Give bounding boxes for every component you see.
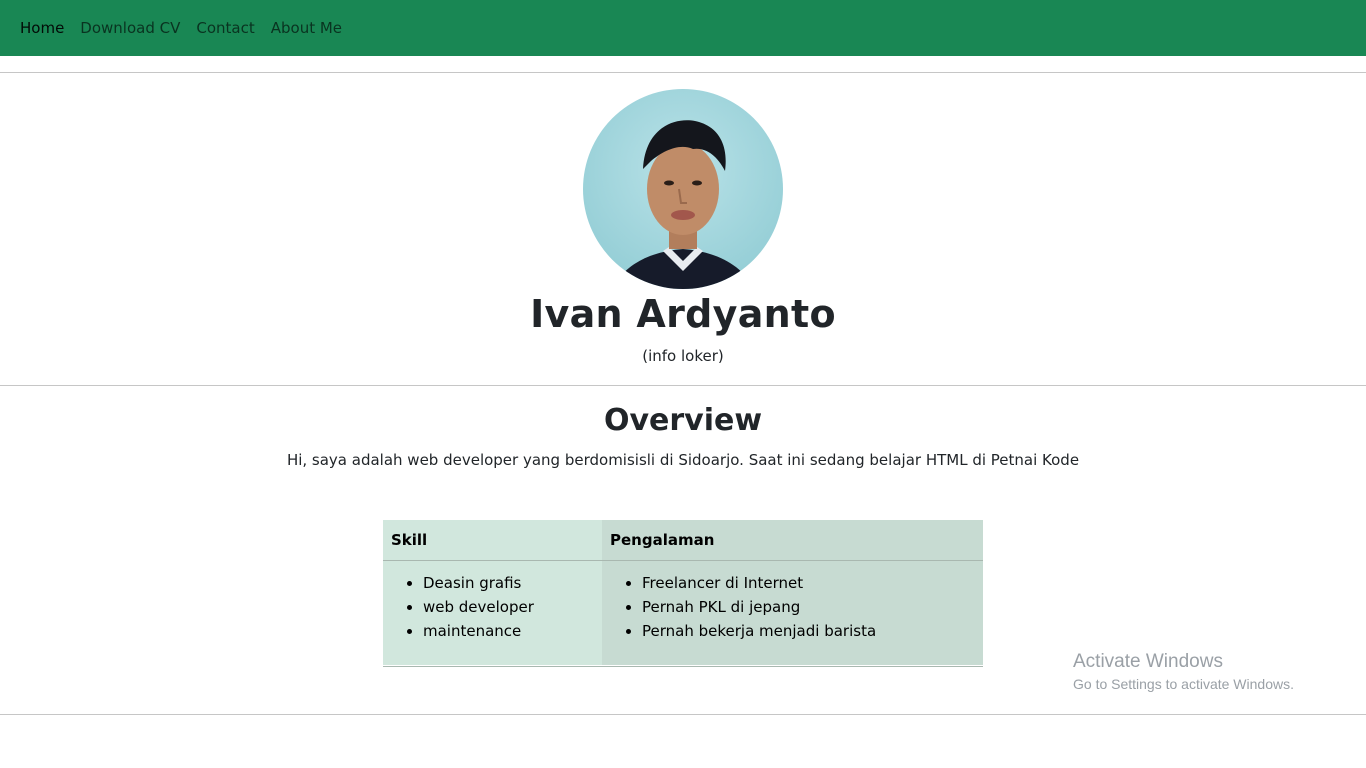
table-header-skill: Skill xyxy=(383,520,602,561)
skills-experience-table: Skill Pengalaman Deasin grafis web devel… xyxy=(383,520,983,667)
activate-windows-title: Activate Windows xyxy=(1073,651,1223,672)
divider-bottom xyxy=(0,714,1366,715)
table-header-experience: Pengalaman xyxy=(602,520,983,561)
skill-item: Deasin grafis xyxy=(423,571,602,595)
nav-contact-link[interactable]: Contact xyxy=(196,19,254,37)
activate-windows-subtitle: Go to Settings to activate Windows. xyxy=(1073,676,1294,692)
nav-download-cv-link[interactable]: Download CV xyxy=(80,19,180,37)
nav-about-me-link[interactable]: About Me xyxy=(271,19,342,37)
divider-top xyxy=(0,72,1366,73)
skill-item: web developer xyxy=(423,595,602,619)
experience-item: Freelancer di Internet xyxy=(642,571,983,595)
overview-heading: Overview xyxy=(603,403,763,438)
skill-cell: Deasin grafis web developer maintenance xyxy=(383,560,602,665)
profile-name: Ivan Ardyanto xyxy=(530,292,836,336)
profile-subtitle: (info loker) xyxy=(642,347,724,365)
divider-middle xyxy=(0,385,1366,386)
skill-item: maintenance xyxy=(423,619,602,643)
experience-cell: Freelancer di Internet Pernah PKL di jep… xyxy=(602,560,983,665)
navbar: Home Download CV Contact About Me xyxy=(0,0,1366,56)
nav-home-link[interactable]: Home xyxy=(20,19,64,37)
profile-avatar xyxy=(583,89,783,289)
experience-item: Pernah PKL di jepang xyxy=(642,595,983,619)
experience-item: Pernah bekerja menjadi barista xyxy=(642,619,983,643)
profile-photo xyxy=(583,89,783,289)
overview-text: Hi, saya adalah web developer yang berdo… xyxy=(286,451,1080,469)
skill-list: Deasin grafis web developer maintenance xyxy=(383,571,602,643)
experience-list: Freelancer di Internet Pernah PKL di jep… xyxy=(602,571,983,643)
